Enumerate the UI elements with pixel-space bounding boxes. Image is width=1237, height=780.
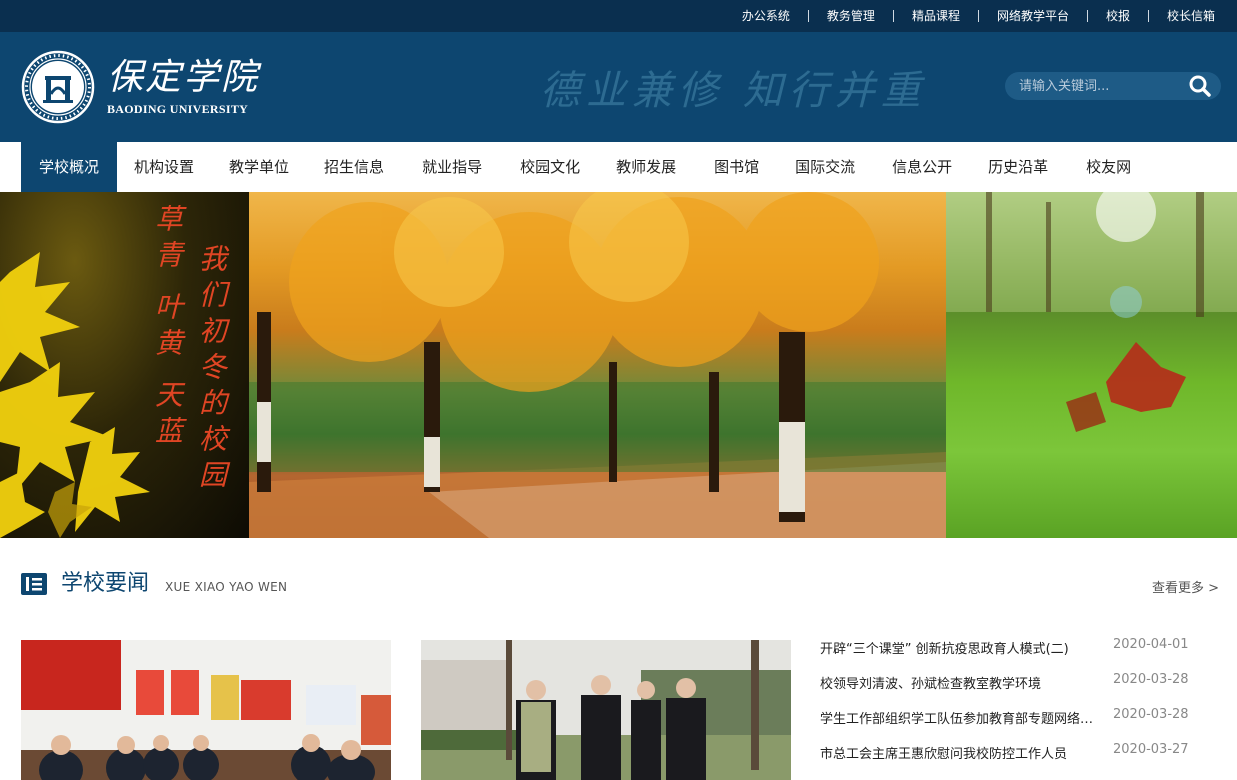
poem-line-grass: 草青: [151, 204, 184, 276]
nav-item-departments[interactable]: 教学单位: [229, 142, 289, 192]
nav-item-employment[interactable]: 就业指导: [422, 142, 482, 192]
search-icon[interactable]: [1187, 74, 1213, 98]
top-link-newspaper[interactable]: 校报: [1088, 10, 1149, 22]
news-item-date: 2020-03-28: [1113, 672, 1189, 687]
news-list: 开辟“三个课堂” 创新抗疫思政育人模式(二) 2020-04-01 校领导刘清波…: [820, 630, 1220, 770]
news-item[interactable]: 开辟“三个课堂” 创新抗疫思政育人模式(二) 2020-04-01: [820, 630, 1220, 665]
top-link-office[interactable]: 办公系统: [724, 10, 809, 22]
news-list-icon: [21, 573, 47, 595]
top-link-president-mailbox[interactable]: 校长信箱: [1149, 10, 1215, 22]
nav-item-admissions[interactable]: 招生信息: [324, 142, 384, 192]
meeting-photo-image: [21, 640, 391, 780]
search-box: [1005, 72, 1221, 100]
nav-item-international[interactable]: 国际交流: [795, 142, 855, 192]
inspection-photo-image: [421, 640, 791, 780]
news-item-title[interactable]: 市总工会主席王惠欣慰问我校防控工作人员: [820, 743, 1102, 762]
banner-panel-grass: [946, 192, 1237, 538]
hero-banner[interactable]: 草青 叶黄 天蓝 我们 初冬的校园: [0, 192, 1237, 538]
news-photo-inspection[interactable]: [421, 640, 791, 780]
site-header: 保定学院 BAODING UNIVERSITY 德业兼修 知行并重: [0, 32, 1237, 142]
poem-line-leaves: 叶黄: [151, 292, 184, 364]
autumn-trees-image: [249, 192, 946, 538]
school-motto: 德业兼修 知行并重: [540, 68, 927, 114]
poem-line-we: 我们: [195, 244, 228, 316]
top-links: 办公系统 教务管理 精品课程 网络教学平台 校报 校长信箱: [724, 0, 1215, 32]
news-item-date: 2020-04-01: [1113, 637, 1189, 652]
news-item-title[interactable]: 开辟“三个课堂” 创新抗疫思政育人模式(二): [820, 638, 1102, 657]
poem-line-campus: 初冬的校园: [195, 316, 228, 496]
banner-panel-autumn-road: [249, 192, 946, 538]
news-item-date: 2020-03-27: [1113, 742, 1189, 757]
news-item[interactable]: 学生工作部组织学工队伍参加教育部专题网络培训 2020-03-28: [820, 700, 1220, 735]
nav-item-organizations[interactable]: 机构设置: [134, 142, 194, 192]
top-link-courses[interactable]: 精品课程: [894, 10, 979, 22]
main-nav: 学校概况 机构设置 教学单位 招生信息 就业指导 校园文化 教师发展 图书馆 国…: [0, 142, 1237, 192]
banner-panel-leaves: 草青 叶黄 天蓝 我们 初冬的校园: [0, 192, 249, 538]
nav-item-information[interactable]: 信息公开: [892, 142, 952, 192]
news-item-title[interactable]: 学生工作部组织学工队伍参加教育部专题网络培训: [820, 708, 1102, 727]
university-seal-icon[interactable]: [21, 50, 95, 124]
top-utility-bar: 办公系统 教务管理 精品课程 网络教学平台 校报 校长信箱: [0, 0, 1237, 32]
poem-line-sky: 天蓝: [151, 380, 184, 452]
nav-item-campus-culture[interactable]: 校园文化: [520, 142, 580, 192]
logo-chinese[interactable]: 保定学院: [107, 54, 259, 102]
news-section-title: 学校要闻: [61, 571, 150, 596]
news-photo-meeting[interactable]: [21, 640, 391, 780]
top-link-academic[interactable]: 教务管理: [809, 10, 894, 22]
view-more-link[interactable]: 查看更多 >: [1152, 577, 1219, 596]
nav-item-library[interactable]: 图书馆: [714, 142, 759, 192]
news-item[interactable]: 校领导刘清波、孙斌检查教室教学环境 2020-03-28: [820, 665, 1220, 700]
logo-english[interactable]: BAODING UNIVERSITY: [107, 102, 248, 117]
nav-item-faculty-development[interactable]: 教师发展: [616, 142, 676, 192]
search-input[interactable]: [1019, 76, 1169, 96]
news-item-title[interactable]: 校领导刘清波、孙斌检查教室教学环境: [820, 673, 1102, 692]
nav-item-overview[interactable]: 学校概况: [21, 142, 118, 192]
nav-item-history[interactable]: 历史沿革: [988, 142, 1048, 192]
news-item-date: 2020-03-28: [1113, 707, 1189, 722]
top-link-online-teaching[interactable]: 网络教学平台: [979, 10, 1088, 22]
nav-item-alumni[interactable]: 校友网: [1086, 142, 1131, 192]
news-item[interactable]: 市总工会主席王惠欣慰问我校防控工作人员 2020-03-27: [820, 735, 1220, 770]
news-section-pinyin: XUE XIAO YAO WEN: [165, 580, 288, 594]
grass-leaf-image: [946, 192, 1237, 432]
